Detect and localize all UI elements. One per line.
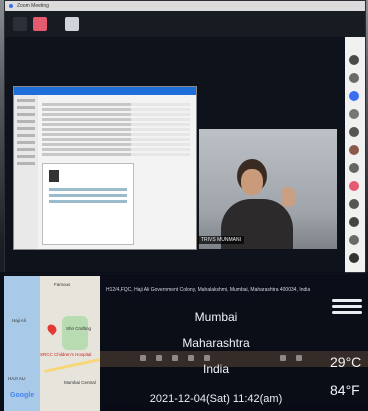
shared-app-detail-panel <box>42 163 134 245</box>
view-button[interactable] <box>65 17 79 31</box>
temperature-celsius: 29°C <box>330 354 362 370</box>
taskbar-icon[interactable] <box>188 355 194 361</box>
geotag-city: Mumbai <box>194 310 238 324</box>
meeting-toolbar <box>5 11 365 37</box>
taskbar-icon[interactable] <box>204 355 210 361</box>
avatar[interactable] <box>349 181 359 191</box>
google-logo-text: Google <box>10 392 35 399</box>
taskbar-icon[interactable] <box>172 355 178 361</box>
participant-name-tag: TRIVS MUNMANI <box>198 236 244 244</box>
avatar[interactable] <box>349 109 359 119</box>
avatar[interactable] <box>349 145 359 155</box>
shared-app-table <box>42 101 190 158</box>
map-label: HAJI ALI <box>8 376 26 381</box>
geotag-country: India <box>202 362 230 376</box>
shared-app-titlebar <box>14 87 196 95</box>
haze-icon <box>330 296 364 316</box>
photo-thumbnail <box>49 170 59 182</box>
taskbar-icon[interactable] <box>140 355 146 361</box>
recording-indicator[interactable] <box>33 17 47 31</box>
avatar[interactable] <box>349 253 359 263</box>
map-label: SRCC Children's Hospital <box>40 352 92 357</box>
avatar[interactable] <box>349 127 359 137</box>
avatar[interactable] <box>349 73 359 83</box>
window-titlebar: Zoom Meeting <box>5 1 365 11</box>
geotag-datetime: 2021-12-04(Sat) 11:42(am) <box>149 393 283 405</box>
taskbar-icon[interactable] <box>296 355 302 361</box>
zoom-window: Zoom Meeting <box>4 0 366 274</box>
avatar[interactable] <box>349 199 359 209</box>
temperature-fahrenheit: 84°F <box>330 382 360 398</box>
map-label: Famous <box>54 282 71 287</box>
participant-video[interactable] <box>199 129 337 249</box>
avatar[interactable] <box>349 235 359 245</box>
geotag-state: Maharashtra <box>182 336 250 350</box>
avatar[interactable] <box>349 91 359 101</box>
avatar[interactable] <box>349 217 359 227</box>
taskbar-icon[interactable] <box>280 355 286 361</box>
window-title: Zoom Meeting <box>17 3 49 9</box>
map-label: Haji Ali <box>12 318 26 323</box>
avatar[interactable] <box>349 163 359 173</box>
zoom-logo-icon <box>9 4 13 8</box>
participants-panel <box>345 37 365 273</box>
screen-share-tile[interactable] <box>13 86 197 250</box>
geotag-address: H12/4,FQC, Haji Ali Government Colony, M… <box>106 287 311 293</box>
shared-app-sidebar <box>14 95 38 249</box>
map-label: Shri Crafting <box>66 326 92 331</box>
location-map: Famous Haji Ali Shri Crafting SRCC Child… <box>4 276 100 411</box>
info-button[interactable] <box>13 17 27 31</box>
google-logo: Google <box>10 392 34 399</box>
taskbar-icon[interactable] <box>156 355 162 361</box>
map-label: Mumbai Central <box>64 380 96 385</box>
avatar[interactable] <box>349 55 359 65</box>
